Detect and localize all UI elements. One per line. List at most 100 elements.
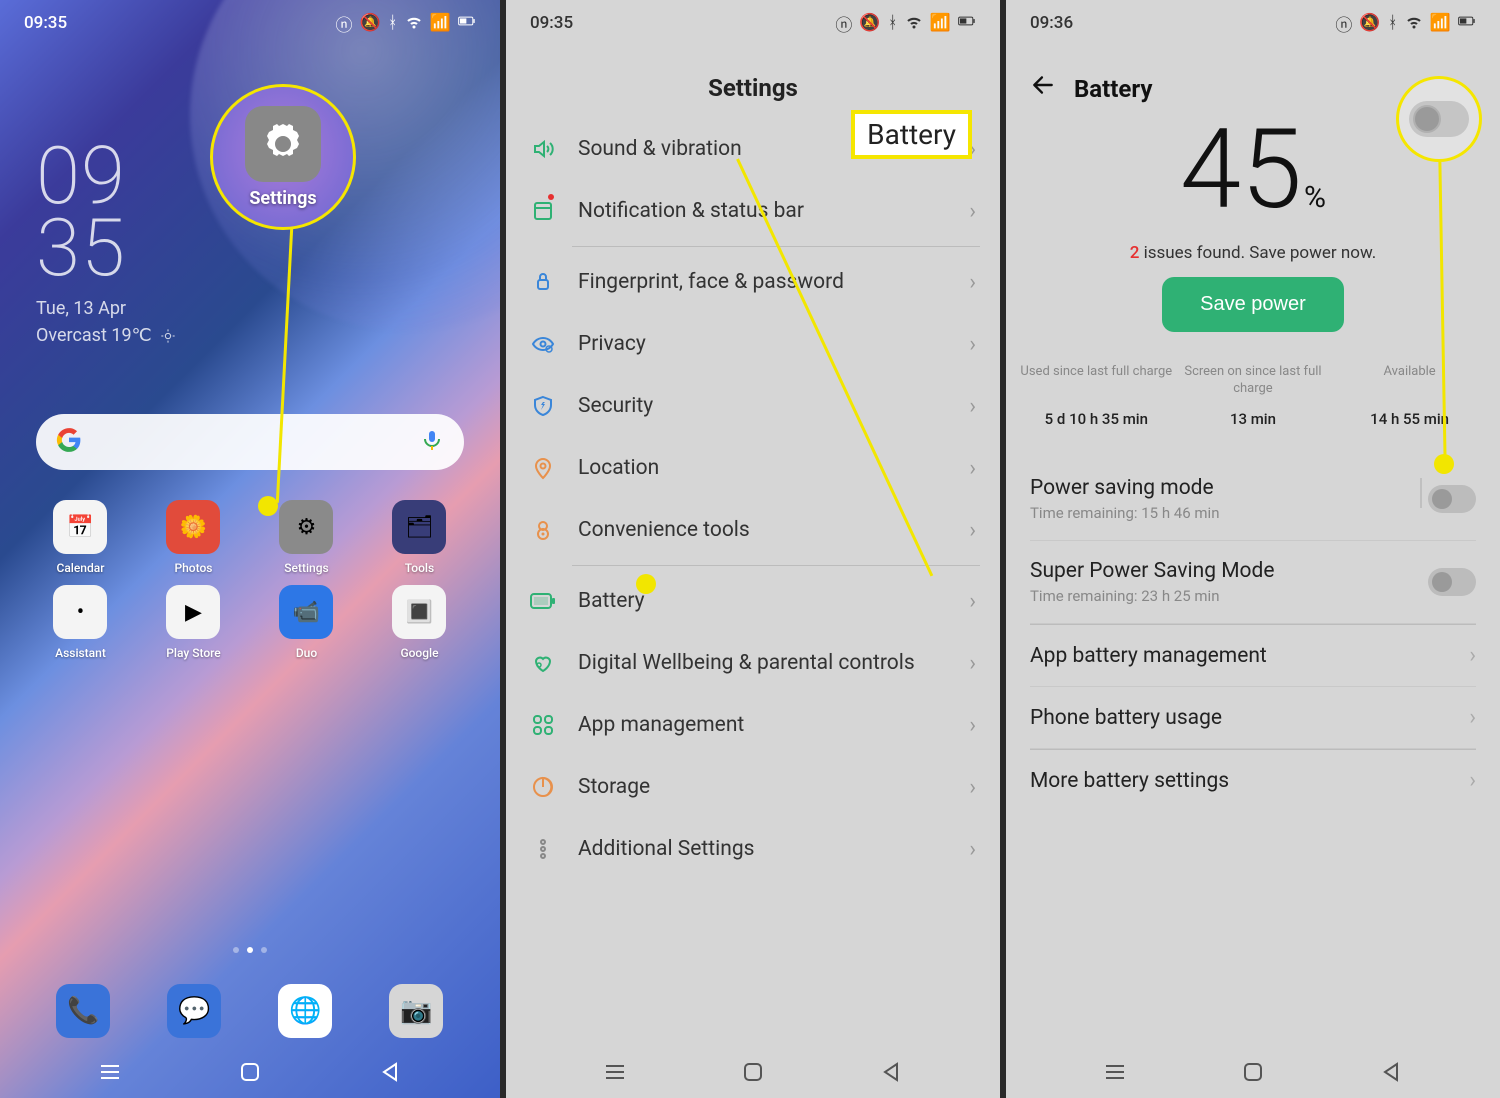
toggle-switch[interactable] [1428, 485, 1476, 513]
status-bar: 09:35 ⓝ 🔕 ᚼ 📶 [506, 0, 1000, 46]
settings-row-wellbeing[interactable]: Digital Wellbeing & parental controls › [526, 632, 980, 694]
status-bar: 09:36 ⓝ 🔕 ᚼ 📶 [1006, 0, 1500, 46]
app-grid: 📅 Calendar 🌼 Photos ⚙ Settings 🗂 Tools • Ass… [28, 500, 472, 660]
nfc-icon: ⓝ [835, 11, 852, 36]
clock-minutes: 35 [36, 212, 176, 284]
app-icon: 🌼 [166, 500, 220, 554]
status-icons: ⓝ 🔕 ᚼ 📶 [1335, 11, 1476, 36]
app-label: Photos [174, 561, 212, 575]
app-calendar[interactable]: 📅 Calendar [40, 500, 120, 575]
nav-home-button[interactable] [733, 1052, 773, 1092]
nav-recents-button[interactable] [90, 1052, 130, 1092]
app-label: Calendar [57, 561, 105, 575]
nav-back-button[interactable] [370, 1052, 410, 1092]
nav-back-button[interactable] [871, 1052, 911, 1092]
battery-stat: Available 14 h 55 min [1332, 364, 1487, 428]
battery-row-more-battery-settings[interactable]: More battery settings› [1030, 750, 1476, 811]
home-clock-widget[interactable]: 09 35 Tue, 13 Apr Overcast 19℃ [36, 140, 176, 346]
chevron-right-icon: › [969, 394, 976, 419]
nav-recents-button[interactable] [1095, 1052, 1135, 1092]
nav-back-button[interactable] [1371, 1052, 1411, 1092]
settings-row-storage[interactable]: Storage › [526, 756, 980, 818]
settings-row-security[interactable]: Security › [526, 375, 980, 437]
settings-row-label: Fingerprint, face & password [578, 270, 947, 294]
app-photos[interactable]: 🌼 Photos [153, 500, 233, 575]
app-icon: 📷 [389, 984, 443, 1038]
additional-icon [530, 836, 556, 862]
app-assistant[interactable]: • Assistant [40, 585, 120, 660]
app-icon: 💬 [167, 984, 221, 1038]
notif-icon [530, 198, 556, 224]
wifi-icon [405, 12, 423, 35]
battery-row-app-battery-management[interactable]: App battery management› [1030, 625, 1476, 686]
dock-app-messages[interactable]: 💬 [154, 984, 234, 1038]
google-search-bar[interactable] [36, 414, 464, 470]
app-tools[interactable]: 🗂 Tools [379, 500, 459, 575]
dnd-icon: 🔕 [359, 13, 380, 33]
navigation-bar [0, 1046, 500, 1098]
divider-vertical [1420, 478, 1422, 508]
app-icon: 🔳 [392, 585, 446, 639]
battery-row-phone-battery-usage[interactable]: Phone battery usage› [1030, 687, 1476, 748]
settings-row-label: App management [578, 713, 947, 737]
app-settings[interactable]: ⚙ Settings [266, 500, 346, 575]
wellbeing-icon [530, 650, 556, 676]
app-icon: 🗂 [392, 500, 446, 554]
app-duo[interactable]: 📹 Duo [266, 585, 346, 660]
wifi-icon [1405, 12, 1423, 35]
settings-row-label: Location [578, 456, 947, 480]
app-google[interactable]: 🔳 Google [379, 585, 459, 660]
settings-row-label: Convenience tools [578, 518, 947, 542]
bluetooth-icon: ᚼ [388, 13, 398, 33]
battery-icon [958, 12, 976, 35]
zoom-label: Settings [249, 188, 316, 209]
battery-row-power-saving-mode[interactable]: Power saving modeTime remaining: 15 h 46… [1030, 458, 1476, 540]
nav-home-button[interactable] [1233, 1052, 1273, 1092]
finger-icon [530, 269, 556, 295]
app-icon: ⚙ [279, 500, 333, 554]
annotation-dot [636, 574, 656, 594]
save-power-button[interactable]: Save power [1162, 277, 1344, 332]
app-label: Settings [284, 561, 328, 575]
app-icon: 📅 [53, 500, 107, 554]
nav-home-button[interactable] [230, 1052, 270, 1092]
signal-icon: 📶 [930, 13, 951, 33]
clock-date: Tue, 13 Apr [36, 298, 176, 319]
battery-row-super-power-saving-mode[interactable]: Super Power Saving ModeTime remaining: 2… [1030, 541, 1476, 623]
app-icon: 📞 [56, 984, 110, 1038]
toggle-switch[interactable] [1428, 568, 1476, 596]
app-label: Google [400, 646, 438, 660]
annotation-dot [258, 496, 278, 516]
dock-app-phone[interactable]: 📞 [43, 984, 123, 1038]
settings-row-finger[interactable]: Fingerprint, face & password › [526, 251, 980, 313]
clock-weather: Overcast 19℃ [36, 325, 176, 346]
convenience-icon [530, 517, 556, 543]
chevron-right-icon: › [969, 589, 976, 614]
app-play-store[interactable]: ▶ Play Store [153, 585, 233, 660]
nav-recents-button[interactable] [595, 1052, 635, 1092]
dock-app-chrome[interactable]: 🌐 [265, 984, 345, 1038]
panel-settings-list: 09:35 ⓝ 🔕 ᚼ 📶 Settings Battery Sound & v… [500, 0, 1000, 1098]
settings-row-label: Storage [578, 775, 947, 799]
settings-row-label: Security [578, 394, 947, 418]
wifi-icon [905, 12, 923, 35]
chevron-right-icon: › [969, 456, 976, 481]
nfc-icon: ⓝ [335, 11, 352, 36]
chevron-right-icon: › [969, 775, 976, 800]
nfc-icon: ⓝ [1335, 11, 1352, 36]
settings-row-location[interactable]: Location › [526, 437, 980, 499]
dock-app-camera[interactable]: 📷 [376, 984, 456, 1038]
settings-row-apps[interactable]: App management › [526, 694, 980, 756]
status-time: 09:35 [24, 13, 67, 33]
settings-row-battery[interactable]: Battery › [526, 570, 980, 632]
settings-row-additional[interactable]: Additional Settings › [526, 818, 980, 880]
location-icon [530, 455, 556, 481]
annotation-callout-battery: Battery [851, 110, 972, 159]
signal-icon: 📶 [1430, 13, 1451, 33]
back-button[interactable] [1030, 72, 1056, 105]
mic-icon[interactable] [420, 428, 444, 456]
app-icon: • [53, 585, 107, 639]
chevron-right-icon: › [969, 270, 976, 295]
page-indicator [0, 947, 500, 953]
settings-row-privacy[interactable]: Privacy › [526, 313, 980, 375]
